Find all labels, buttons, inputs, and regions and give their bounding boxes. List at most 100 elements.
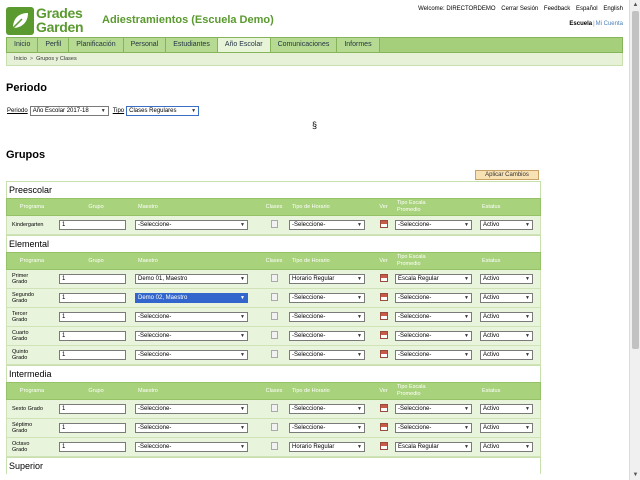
tipo-escala-select[interactable]: Escala Regular ▼ <box>395 274 472 284</box>
my-account-link[interactable]: Mi Cuenta <box>596 21 623 27</box>
maestro-select[interactable]: -Seleccione- ▼ <box>135 442 248 452</box>
nav-item[interactable]: Año Escolar <box>217 38 271 52</box>
tipo-escala-select[interactable]: -Seleccione- ▼ <box>395 220 472 230</box>
chevron-down-icon: ▼ <box>464 276 469 282</box>
nav-item[interactable]: Planificación <box>69 38 124 52</box>
tipo-horario-cell: -Seleccione- ▼ <box>289 312 372 322</box>
periodo-select[interactable]: Año Escolar 2017-18 ▼ <box>29 106 109 116</box>
maestro-select[interactable]: Demo 01, Maestro ▼ <box>135 274 248 284</box>
calendar-icon[interactable] <box>379 293 388 301</box>
tipo-horario-select[interactable]: Horario Regular ▼ <box>289 442 365 452</box>
grupo-input[interactable]: 1 <box>59 404 126 414</box>
tipo-escala-select[interactable]: -Seleccione- ▼ <box>395 423 472 433</box>
maestro-select[interactable]: -Seleccione- ▼ <box>135 220 248 230</box>
programa-cell: Octavo Grado <box>7 441 57 453</box>
estatus-select[interactable]: Activo ▼ <box>480 350 533 360</box>
scroll-thumb[interactable] <box>632 11 639 349</box>
breadcrumb-current[interactable]: Grupos y Clases <box>36 56 77 62</box>
scroll-up-icon[interactable]: ▲ <box>631 0 640 10</box>
estatus-select[interactable]: Activo ▼ <box>480 312 533 322</box>
calendar-icon[interactable] <box>379 442 388 450</box>
calendar-icon[interactable] <box>379 404 388 412</box>
nav-item[interactable]: Perfil <box>38 38 70 52</box>
document-icon[interactable] <box>270 423 278 431</box>
grupo-input[interactable]: 1 <box>59 331 126 341</box>
nav-item[interactable]: Estudiantes <box>166 38 218 52</box>
nav-item[interactable]: Informes <box>337 38 380 52</box>
tipo-escala-select[interactable]: -Seleccione- ▼ <box>395 293 472 303</box>
estatus-select[interactable]: Activo ▼ <box>480 442 533 452</box>
calendar-icon[interactable] <box>379 350 388 358</box>
maestro-select[interactable]: -Seleccione- ▼ <box>135 312 248 322</box>
chevron-down-icon: ▼ <box>357 295 362 301</box>
tipo-horario-select[interactable]: -Seleccione- ▼ <box>289 423 365 433</box>
document-icon[interactable] <box>270 274 278 282</box>
nav-item[interactable]: Comunicaciones <box>270 38 338 52</box>
grupo-input[interactable]: 1 <box>59 350 126 360</box>
grupo-input[interactable]: 1 <box>59 274 126 284</box>
document-icon[interactable] <box>270 220 278 228</box>
tipo-escala-select[interactable]: -Seleccione- ▼ <box>395 404 472 414</box>
document-icon[interactable] <box>270 442 278 450</box>
maestro-select[interactable]: -Seleccione- ▼ <box>135 331 248 341</box>
chevron-down-icon: ▼ <box>357 276 362 282</box>
school-link[interactable]: Escuela <box>569 21 592 27</box>
tipo-escala-select[interactable]: Escala Regular ▼ <box>395 442 472 452</box>
estatus-select[interactable]: Activo ▼ <box>480 423 533 433</box>
maestro-select[interactable]: -Seleccione- ▼ <box>135 423 248 433</box>
grupo-input[interactable]: 1 <box>59 220 126 230</box>
column-header-clases: Clases <box>265 258 283 264</box>
clases-cell <box>259 331 289 341</box>
grades-garden-logo[interactable]: Grades Garden <box>6 6 96 36</box>
maestro-select[interactable]: Demo 02, Maestro ▼ <box>135 293 248 303</box>
tipo-escala-select[interactable]: -Seleccione- ▼ <box>395 312 472 322</box>
tipo-horario-select[interactable]: Horario Regular ▼ <box>289 274 365 284</box>
maestro-select[interactable]: -Seleccione- ▼ <box>135 350 248 360</box>
document-icon[interactable] <box>270 331 278 339</box>
nav-item[interactable]: Personal <box>123 38 167 52</box>
tipo-escala-select-value: -Seleccione- <box>398 425 432 431</box>
maestro-select[interactable]: -Seleccione- ▼ <box>135 404 248 414</box>
grupo-input[interactable]: 1 <box>59 312 126 322</box>
document-icon[interactable] <box>270 350 278 358</box>
document-icon[interactable] <box>270 293 278 301</box>
column-header-clases: Clases <box>265 204 283 210</box>
tipo-escala-select[interactable]: -Seleccione- ▼ <box>395 350 472 360</box>
vertical-scrollbar[interactable]: ▲ ▼ <box>629 0 640 480</box>
programa-cell: Sexto Grado <box>7 406 57 412</box>
tipo-select[interactable]: Clases Regulares ▼ <box>126 106 200 116</box>
logout-link[interactable]: Cerrar Sesión <box>501 6 538 12</box>
calendar-icon[interactable] <box>379 331 388 339</box>
calendar-icon[interactable] <box>379 423 388 431</box>
tipo-horario-select[interactable]: -Seleccione- ▼ <box>289 331 365 341</box>
estatus-select[interactable]: Activo ▼ <box>480 331 533 341</box>
grupo-input[interactable]: 1 <box>59 423 126 433</box>
tipo-horario-select[interactable]: -Seleccione- ▼ <box>289 312 365 322</box>
feedback-link[interactable]: Feedback <box>544 6 570 12</box>
lang-es-link[interactable]: Español <box>576 6 598 12</box>
estatus-select[interactable]: Activo ▼ <box>480 274 533 284</box>
grupo-input[interactable]: 1 <box>59 293 126 303</box>
scroll-down-icon[interactable]: ▼ <box>631 470 640 480</box>
nav-item[interactable]: Inicio <box>7 38 39 52</box>
breadcrumb-home[interactable]: Inicio <box>14 56 27 62</box>
calendar-icon[interactable] <box>379 312 388 320</box>
clases-cell <box>259 350 289 360</box>
calendar-icon[interactable] <box>379 274 388 282</box>
document-icon[interactable] <box>270 312 278 320</box>
estatus-select[interactable]: Activo ▼ <box>480 220 533 230</box>
apply-changes-button[interactable]: Aplicar Cambios <box>475 170 539 180</box>
estatus-select[interactable]: Activo ▼ <box>480 404 533 414</box>
tipo-horario-select[interactable]: -Seleccione- ▼ <box>289 350 365 360</box>
tipo-escala-select[interactable]: -Seleccione- ▼ <box>395 331 472 341</box>
lang-en-link[interactable]: English <box>603 6 623 12</box>
tipo-horario-select[interactable]: -Seleccione- ▼ <box>289 293 365 303</box>
grupo-input[interactable]: 1 <box>59 442 126 452</box>
document-icon[interactable] <box>270 404 278 412</box>
tipo-horario-select[interactable]: -Seleccione- ▼ <box>289 220 365 230</box>
calendar-icon[interactable] <box>379 220 388 228</box>
estatus-select[interactable]: Activo ▼ <box>480 293 533 303</box>
chevron-down-icon: ▼ <box>525 333 530 339</box>
groups-table: Preescolar Programa Grupo Maestro Clases Tipo… <box>6 181 541 474</box>
tipo-horario-select[interactable]: -Seleccione- ▼ <box>289 404 365 414</box>
